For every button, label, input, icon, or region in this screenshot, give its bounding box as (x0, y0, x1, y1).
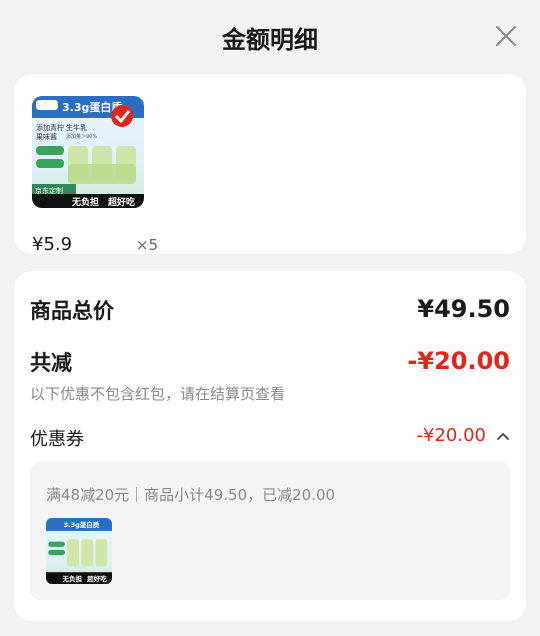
summary-card: 商品总价 ¥49.50 共减 -¥20.00 以下优惠不包含红包，请在结算页查看… (14, 271, 526, 621)
total-value: ¥49.50 (417, 295, 510, 323)
product-image[interactable]: 3.3g蛋白质 添加青柠 果味酱 生牛乳 添加量＞90% 京东定制 无负担 超好… (32, 96, 144, 208)
discount-label: 共减 (30, 351, 72, 375)
product-quantity: ×5 (135, 236, 158, 254)
svg-text:无负担: 无负担 (62, 574, 83, 583)
coupon-detail-box: 满48减20元｜商品小计49.50，已减20.00 3.3g蛋白质 无负担 超好… (30, 462, 510, 600)
svg-text:超好吃: 超好吃 (86, 574, 107, 583)
svg-text:3.3g蛋白质: 3.3g蛋白质 (64, 520, 100, 529)
page-title: 金额明细 (222, 26, 318, 54)
header: 金额明细 (0, 0, 540, 72)
price-row: ¥5.9 ×5 (32, 234, 158, 258)
coupon-row[interactable]: 优惠券 -¥20.00 (30, 425, 510, 451)
svg-text:生牛乳: 生牛乳 (66, 123, 87, 132)
discount-note: 以下优惠不包含红包，请在结算页查看 (30, 385, 286, 403)
discount-value: -¥20.00 (407, 347, 510, 375)
product-item[interactable]: 3.3g蛋白质 添加青柠 果味酱 生牛乳 添加量＞90% 京东定制 无负担 超好… (32, 96, 158, 255)
items-card: 3.3g蛋白质 添加青柠 果味酱 生牛乳 添加量＞90% 京东定制 无负担 超好… (14, 74, 526, 255)
svg-text:京东定制: 京东定制 (35, 186, 63, 195)
total-label: 商品总价 (30, 299, 114, 323)
coupon-detail-text: 满48减20元｜商品小计49.50，已减20.00 (46, 486, 336, 504)
svg-text:果味酱: 果味酱 (36, 132, 57, 141)
svg-text:添加量＞90%: 添加量＞90% (66, 133, 97, 140)
discount-row: 共减 -¥20.00 (30, 347, 510, 377)
coupon-product-image[interactable]: 3.3g蛋白质 无负担 超好吃 (46, 518, 112, 584)
total-row: 商品总价 ¥49.50 (30, 295, 510, 325)
close-icon[interactable] (494, 24, 518, 48)
chevron-up-icon[interactable] (496, 429, 510, 443)
svg-text:无负担: 无负担 (71, 196, 99, 208)
coupon-value: -¥20.00 (416, 425, 486, 446)
coupon-label: 优惠券 (30, 429, 84, 450)
svg-text:添加青柠: 添加青柠 (36, 123, 64, 132)
svg-text:超好吃: 超好吃 (107, 196, 135, 208)
product-price: ¥5.9 (32, 234, 73, 255)
